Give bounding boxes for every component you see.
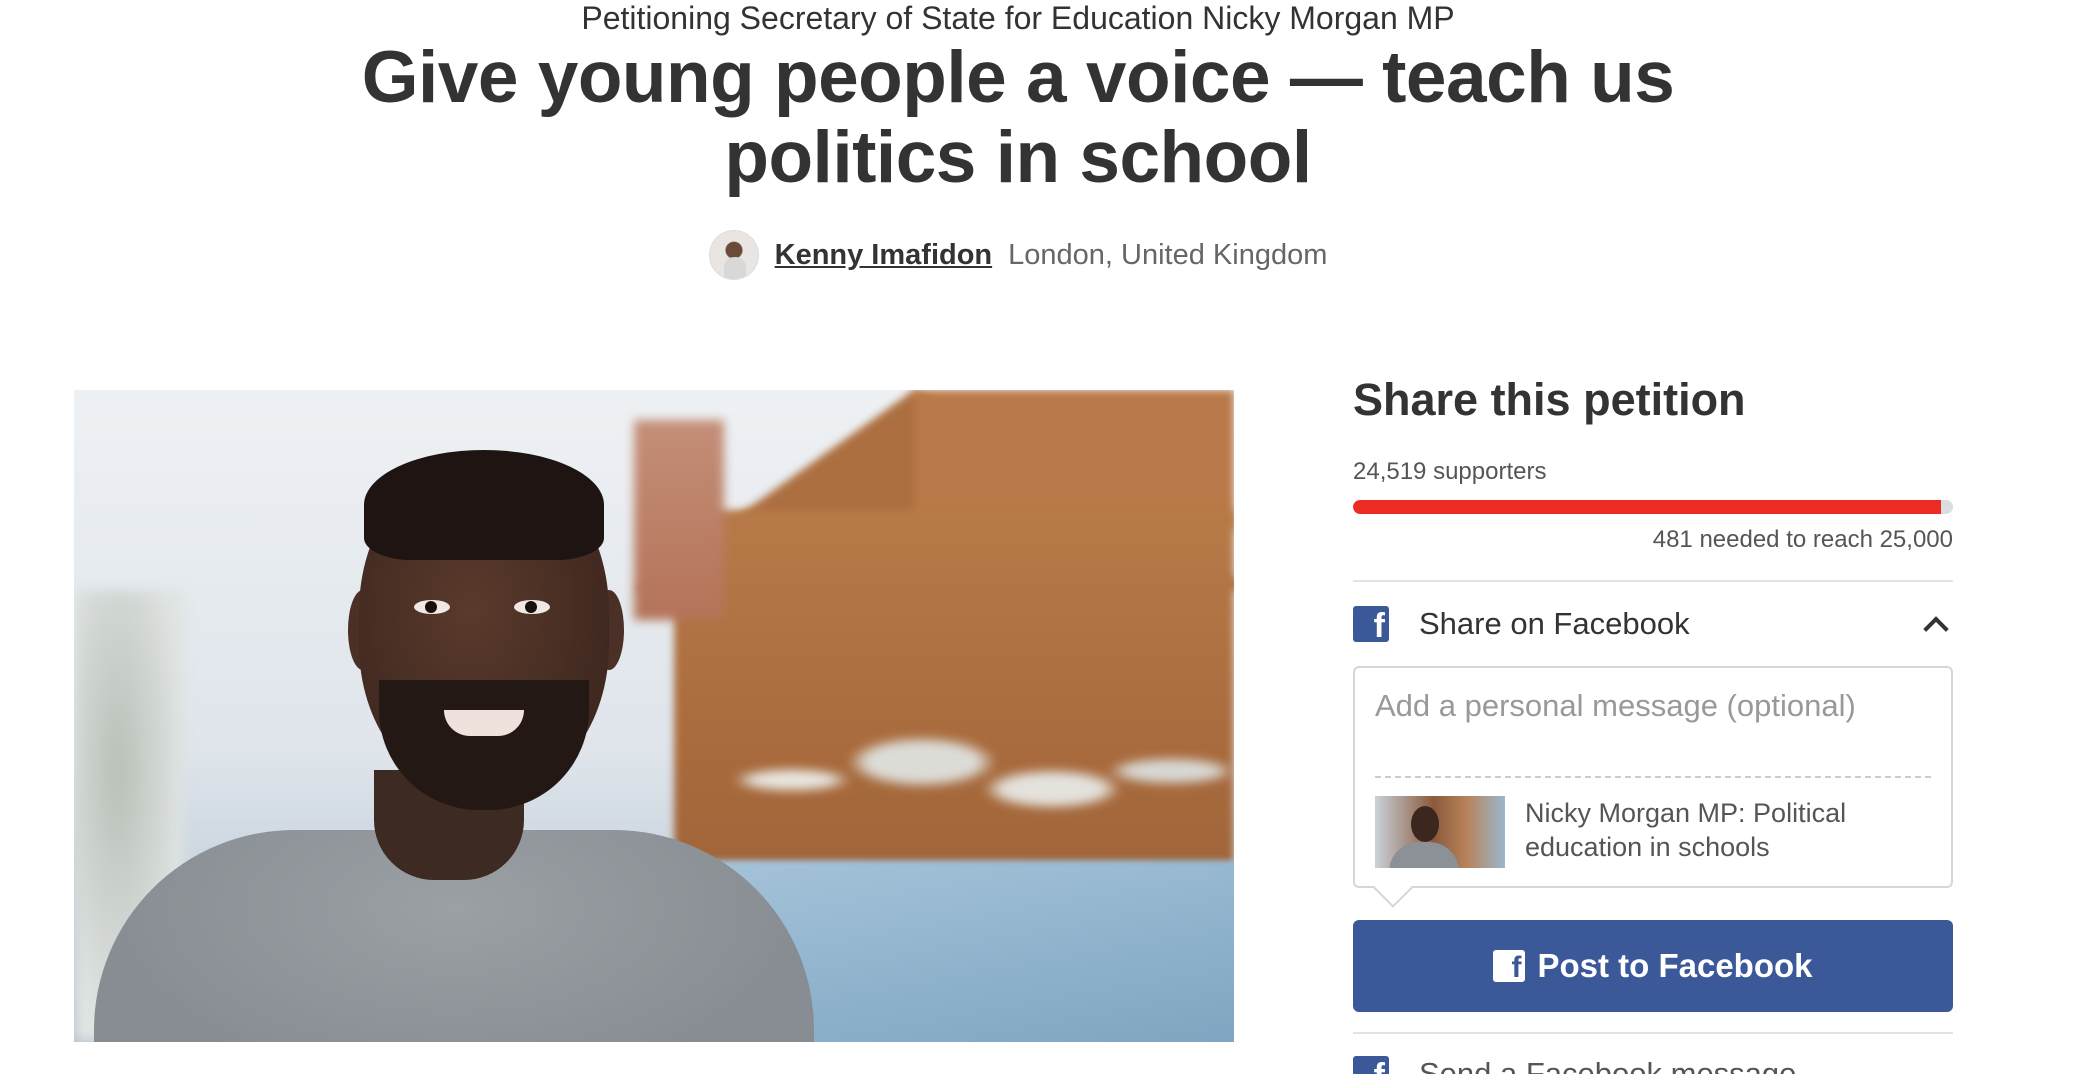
supporters-count: 24,519 supporters	[1353, 458, 1547, 485]
petition-starter: Kenny Imafidon London, United Kingdom	[0, 230, 2036, 280]
facebook-message-box: Nicky Morgan MP: Political education in …	[1353, 666, 1953, 908]
personal-message-input[interactable]	[1375, 688, 1931, 724]
petition-photo	[74, 390, 1234, 1042]
send-facebook-message-label: Send a Facebook message	[1419, 1056, 1797, 1074]
preview-title: Nicky Morgan MP: Political education in …	[1525, 798, 1847, 862]
petition-target: Petitioning Secretary of State for Educa…	[581, 0, 1455, 36]
send-facebook-message-option[interactable]: f Send a Facebook message	[1353, 1034, 1953, 1074]
starter-location: London, United Kingdom	[1008, 238, 1328, 271]
petition-title: Give young people a voice — teach us pol…	[361, 37, 1675, 198]
share-on-facebook-label: Share on Facebook	[1419, 606, 1690, 641]
starter-name-link[interactable]: Kenny Imafidon	[775, 239, 993, 272]
facebook-icon: f	[1493, 950, 1526, 982]
facebook-icon: f	[1353, 1056, 1389, 1074]
divider	[1375, 776, 1931, 778]
post-to-facebook-button[interactable]: f Post to Facebook	[1353, 920, 1953, 1012]
preview-thumbnail	[1375, 796, 1505, 868]
share-on-facebook-toggle[interactable]: f Share on Facebook	[1353, 582, 1953, 666]
avatar[interactable]	[708, 230, 759, 280]
chevron-up-icon[interactable]	[1923, 616, 1949, 642]
share-panel: Share this petition 24,519 supporters 48…	[1353, 370, 1953, 1074]
post-to-facebook-label: Post to Facebook	[1537, 947, 1813, 984]
needed-count: 481 needed to reach 25,000	[1652, 526, 1953, 553]
link-preview: Nicky Morgan MP: Political education in …	[1375, 796, 1865, 868]
facebook-icon: f	[1353, 606, 1389, 642]
share-title: Share this petition	[1353, 374, 1746, 425]
progress-bar	[1353, 500, 1953, 514]
progress-fill	[1353, 500, 1941, 514]
